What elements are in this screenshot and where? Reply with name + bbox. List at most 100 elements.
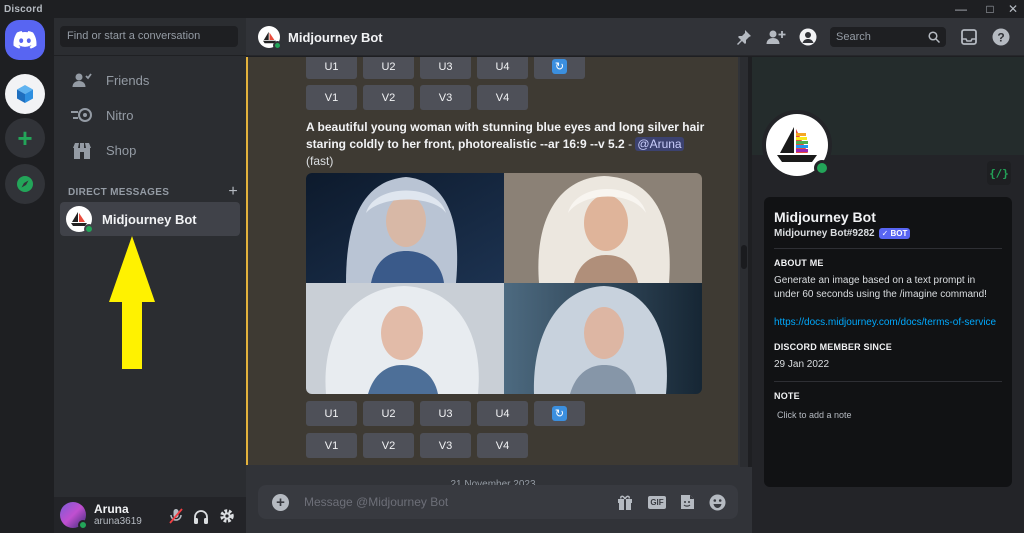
app-title: Discord [4,3,43,15]
dm-item-label: Midjourney Bot [102,211,197,227]
generated-image[interactable] [306,173,504,283]
member-since-heading: DISCORD MEMBER SINCE [774,342,893,352]
chat-title: Midjourney Bot [288,30,383,45]
chat-search-placeholder: Search [836,31,871,43]
u4-button[interactable]: U4 [477,57,528,79]
minimize-icon[interactable]: — [950,0,972,18]
generated-image[interactable] [504,283,702,394]
attach-plus-icon[interactable]: + [272,494,289,511]
direct-messages-label: DIRECT MESSAGES [68,186,170,198]
profile-avatar[interactable] [762,110,832,180]
discord-home-button[interactable] [5,20,45,60]
headphones-icon[interactable] [192,507,210,525]
v1-button[interactable]: V1 [306,85,357,110]
v2-button[interactable]: V2 [363,85,414,110]
reroll-button[interactable]: ↻ [534,57,585,79]
v2-button[interactable]: V2 [363,433,414,458]
user-avatar[interactable] [60,502,88,530]
variation-button-row: V1 V2 V3 V4 [306,433,528,458]
dm-item-midjourney-bot[interactable]: Midjourney Bot [60,202,240,236]
avatar [66,206,94,234]
v4-button[interactable]: V4 [477,85,528,110]
refresh-icon: ↻ [552,59,567,74]
add-friend-to-dm-icon[interactable] [766,27,786,47]
upscale-button-row: U1 U2 U3 U4 ↻ [306,401,585,426]
u2-button[interactable]: U2 [363,401,414,426]
u1-button[interactable]: U1 [306,401,357,426]
v3-button[interactable]: V3 [420,85,471,110]
discord-logo-icon [13,31,37,49]
emoji-icon[interactable] [708,493,726,511]
refresh-icon: ↻ [552,406,567,421]
note-input[interactable]: Click to add a note [774,410,1002,420]
server-icon[interactable] [5,74,45,114]
u2-button[interactable]: U2 [363,57,414,79]
title-bar: Discord — □ ✕ [0,0,1024,18]
about-me-heading: ABOUT ME [774,258,824,268]
u3-button[interactable]: U3 [420,401,471,426]
settings-gear-icon[interactable] [218,507,236,525]
message-input-placeholder: Message @Midjourney Bot [304,495,449,509]
prompt-separator: - [624,137,636,151]
scroll-thumb[interactable] [741,245,747,269]
v3-button[interactable]: V3 [420,433,471,458]
annotation-arrow-icon [109,236,155,369]
pin-icon[interactable] [734,27,754,47]
u3-button[interactable]: U3 [420,57,471,79]
generated-image-grid[interactable] [306,173,702,394]
server-rail: + [0,18,54,533]
message-scrollbar[interactable] [740,57,748,467]
shop-icon [70,142,94,159]
mute-mic-icon[interactable] [167,507,185,525]
nav-friends-label: Friends [106,72,150,88]
inbox-icon[interactable] [959,27,979,47]
gif-icon[interactable]: GIF [647,493,667,511]
sticker-icon[interactable] [678,493,696,511]
friends-icon [70,72,94,88]
u1-button[interactable]: U1 [306,57,357,79]
user-panel: Aruna aruna3619 [54,497,246,533]
variation-button-row: V1 V2 V3 V4 [306,85,528,110]
generated-image[interactable] [306,283,504,394]
code-badge-icon: {/} [987,161,1011,185]
member-since-date: 29 Jan 2022 [774,359,830,370]
v1-button[interactable]: V1 [306,433,357,458]
online-status-icon [78,520,88,530]
chat-search-input[interactable]: Search [830,27,946,47]
cube-icon [17,85,33,103]
compass-icon [17,176,33,192]
online-status-icon [84,224,94,234]
nav-shop-label: Shop [106,142,137,158]
explore-servers-button[interactable] [5,164,45,204]
profile-name: Midjourney Bot [774,209,876,225]
close-icon[interactable]: ✕ [1002,0,1024,18]
speed-label: (fast) [306,154,334,168]
message-composer[interactable]: + Message @Midjourney Bot GIF [258,485,738,519]
nav-friends[interactable]: Friends [62,64,240,96]
terms-of-service-link[interactable]: https://docs.midjourney.com/docs/terms-o… [774,316,1002,330]
u4-button[interactable]: U4 [477,401,528,426]
maximize-icon[interactable]: □ [979,0,1001,18]
help-icon[interactable]: ? [991,27,1011,47]
v4-button[interactable]: V4 [477,433,528,458]
profile-tag: Midjourney Bot#9282 [774,228,875,239]
reroll-button[interactable]: ↻ [534,401,585,426]
divider [774,248,1002,249]
search-icon [928,31,940,43]
midjourney-boat-icon [777,127,817,162]
nav-shop[interactable]: Shop [62,134,240,166]
gift-icon[interactable] [616,493,634,511]
nav-nitro[interactable]: Nitro [62,99,240,131]
conversation-search-input[interactable]: Find or start a conversation [60,26,238,47]
generated-image[interactable] [504,173,702,283]
profile-card: Midjourney Bot Midjourney Bot#9282 ✓ BOT… [764,197,1012,487]
add-server-button[interactable]: + [5,118,45,158]
user-profile-icon[interactable] [798,27,818,47]
gif-label: GIF [648,495,666,509]
create-dm-icon[interactable]: + [228,183,238,201]
user-name: Aruna [94,501,129,516]
bot-badge: ✓ BOT [878,228,911,239]
user-mention[interactable]: @Aruna [635,137,684,151]
direct-messages-header: DIRECT MESSAGES + [68,183,238,201]
upscale-button-row: U1 U2 U3 U4 ↻ [306,57,585,79]
